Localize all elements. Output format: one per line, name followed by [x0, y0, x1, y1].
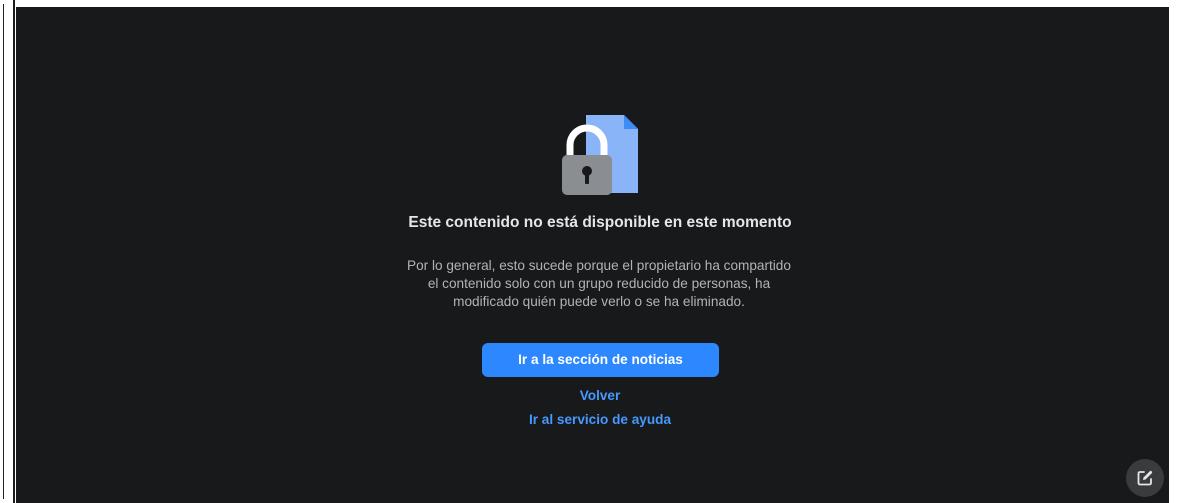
left-window-edge: [0, 0, 15, 503]
document-corner: [624, 115, 638, 129]
go-to-news-feed-button[interactable]: Ir a la sección de noticias: [482, 343, 719, 377]
explanation-text: Por lo general, esto sucede porque el pr…: [407, 258, 791, 309]
page-title: Este contenido no está disponible en est…: [408, 214, 792, 231]
content-unavailable-panel: Este contenido no está disponible en est…: [16, 7, 1169, 503]
page-viewport: Este contenido no está disponible en est…: [16, 7, 1169, 503]
edge-line: [3, 4, 4, 499]
locked-document-icon: [562, 115, 638, 195]
compose-icon: [1137, 470, 1153, 486]
help-center-link[interactable]: Ir al servicio de ayuda: [500, 411, 700, 429]
back-link[interactable]: Volver: [550, 387, 650, 405]
compose-button[interactable]: [1126, 459, 1164, 497]
screenshot-frame: Este contenido no está disponible en est…: [0, 0, 1177, 503]
keyhole-slot: [585, 173, 589, 184]
